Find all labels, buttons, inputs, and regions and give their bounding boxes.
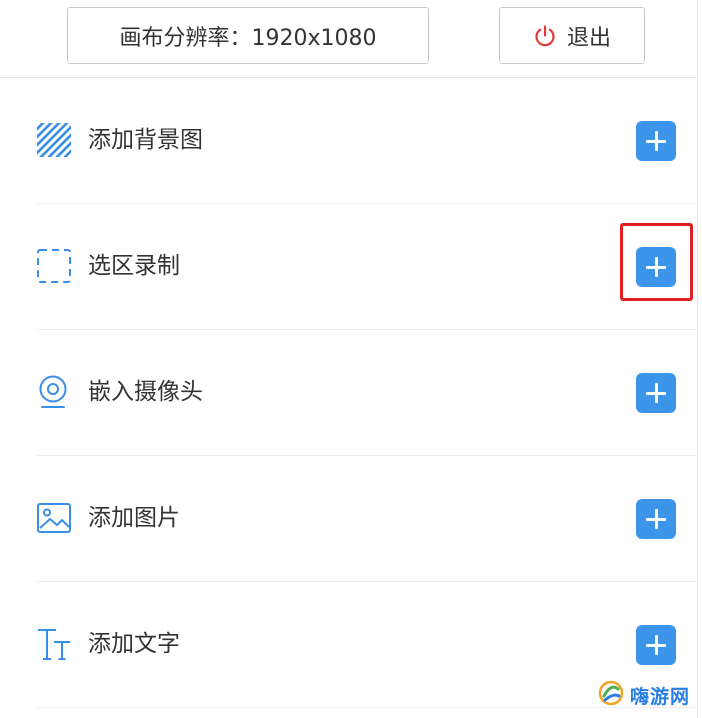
add-image-button[interactable]	[636, 499, 676, 539]
top-toolbar: 画布分辨率：1920x1080 退出	[0, 0, 697, 78]
row-add-image: 添加图片	[0, 456, 697, 582]
add-background-button[interactable]	[636, 121, 676, 161]
camera-icon	[36, 374, 72, 410]
exit-label: 退出	[566, 25, 611, 51]
image-icon	[36, 500, 72, 536]
row-embed-camera: 嵌入摄像头	[0, 330, 697, 456]
plus-icon	[646, 383, 666, 403]
panel-right-border	[697, 0, 698, 718]
region-select-icon	[36, 248, 72, 284]
row-label: 选区录制	[88, 253, 180, 279]
plus-icon	[646, 509, 666, 529]
row-label: 嵌入摄像头	[88, 379, 203, 405]
plus-icon	[646, 131, 666, 151]
row-label: 添加背景图	[88, 127, 203, 153]
plus-icon	[646, 635, 666, 655]
canvas-resolution-label: 画布分辨率：1920x1080	[119, 25, 377, 51]
power-icon	[533, 24, 557, 48]
row-label: 添加图片	[88, 505, 180, 531]
row-add-background: 添加背景图	[0, 78, 697, 204]
background-pattern-icon	[36, 122, 72, 158]
highlight-annotation-box	[620, 223, 693, 301]
canvas-resolution-button[interactable]: 画布分辨率：1920x1080	[67, 7, 429, 64]
recording-panel: 画布分辨率：1920x1080 退出 添加背景图 选区录制 嵌入摄像头 添加图片…	[0, 0, 702, 718]
row-region-record: 选区录制	[0, 204, 697, 330]
add-text-button[interactable]	[636, 625, 676, 665]
text-icon	[36, 626, 72, 662]
exit-button[interactable]: 退出	[499, 7, 645, 64]
watermark-text: 嗨游网	[630, 685, 691, 708]
site-watermark: 嗨游网	[598, 680, 690, 710]
add-camera-button[interactable]	[636, 373, 676, 413]
watermark-logo-icon	[598, 680, 624, 710]
row-label: 添加文字	[88, 631, 180, 657]
row-add-text: 添加文字	[0, 582, 697, 708]
